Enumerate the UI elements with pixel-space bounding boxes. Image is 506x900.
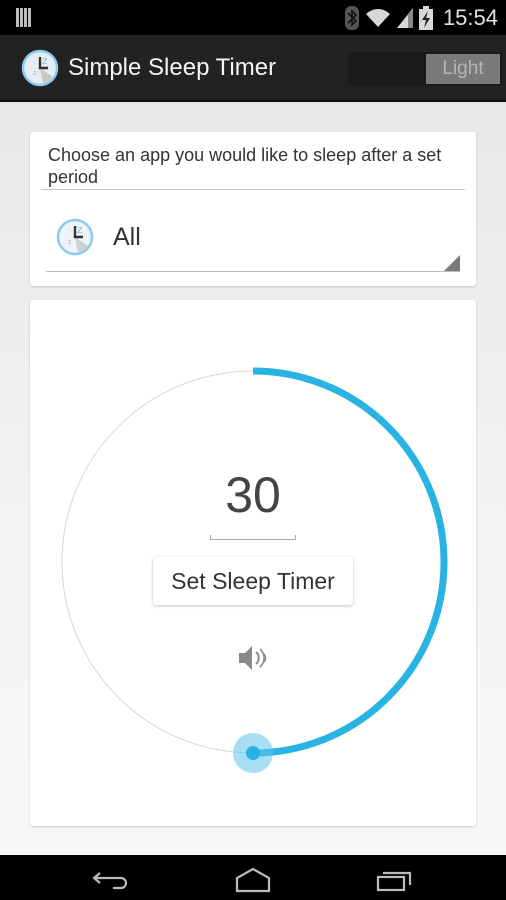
navigation-bar: [0, 855, 506, 900]
status-bar: 15:54: [0, 0, 506, 35]
set-sleep-timer-button[interactable]: Set Sleep Timer: [153, 557, 353, 605]
svg-text:z: z: [33, 70, 36, 77]
app-chooser-card: Choose an app you would like to sleep af…: [30, 132, 476, 286]
minutes-input-underline: [210, 535, 296, 540]
recents-icon[interactable]: [370, 863, 418, 893]
wifi-icon: [365, 9, 390, 27]
timer-card: 30 Set Sleep Timer: [30, 300, 476, 826]
bluetooth-icon: [344, 6, 359, 30]
svg-text:z: z: [68, 239, 71, 246]
action-bar: Z z Simple Sleep Timer Light: [0, 35, 506, 102]
app-title: Simple Sleep Timer: [68, 54, 277, 81]
theme-toggle[interactable]: Light: [348, 52, 502, 86]
signal-icon: [396, 8, 413, 28]
notification-bars-icon: [16, 8, 34, 27]
svg-text:Z: Z: [77, 226, 83, 235]
back-icon[interactable]: [88, 863, 136, 893]
selected-app-label: All: [113, 223, 141, 251]
theme-toggle-knob[interactable]: Light: [426, 54, 500, 84]
minutes-input[interactable]: 30: [210, 466, 296, 524]
speaker-icon[interactable]: [235, 640, 271, 676]
home-icon[interactable]: [229, 863, 277, 893]
main-content: Choose an app you would like to sleep af…: [0, 102, 506, 855]
dial-handle[interactable]: [246, 746, 260, 760]
dropdown-triangle-icon: [444, 255, 460, 271]
app-spinner[interactable]: Z z All: [46, 206, 460, 272]
svg-text:Z: Z: [42, 57, 48, 66]
clock-time: 15:54: [442, 5, 498, 30]
battery-charging-icon: [418, 6, 433, 30]
divider: [41, 189, 465, 190]
clock-zzz-icon: Z z: [56, 218, 94, 256]
clock-zzz-icon: Z z: [21, 49, 59, 87]
app-chooser-prompt: Choose an app you would like to sleep af…: [48, 145, 442, 187]
